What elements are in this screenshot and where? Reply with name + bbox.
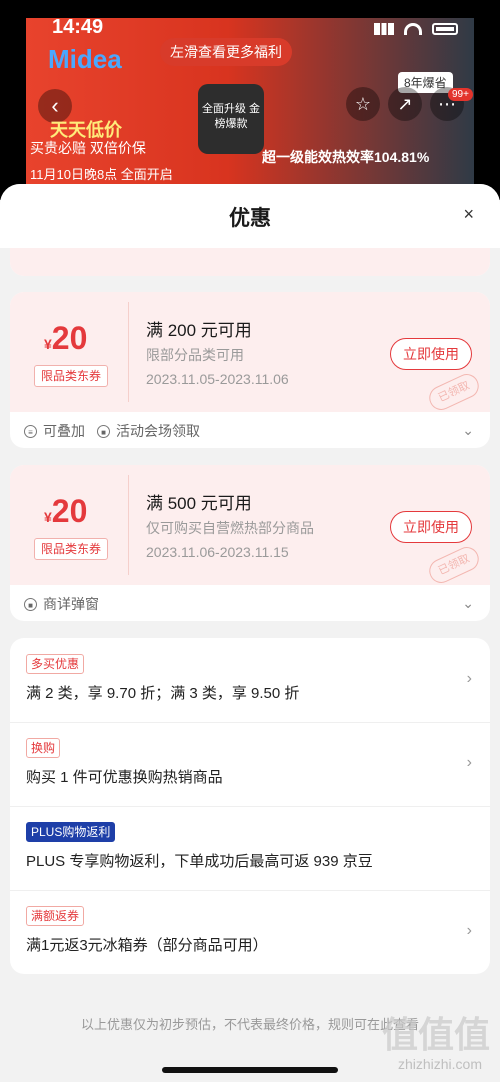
coupon-condition: 满 500 元可用 [146,494,252,513]
coupon-condition: 满 200 元可用 [146,321,252,340]
chevron-down-icon[interactable]: ⌄ [462,595,474,612]
product-hero: 14:49 Midea 左滑查看更多福利 ‹ 天天低价 买贵必赔 双倍价保 11… [0,0,500,200]
claimed-stamp: 已领取 [425,543,483,587]
coupon-limit: 限部分品类可用 [146,347,244,363]
discount-sheet: 优惠 × ¥20 限品类东券 满 200 元可用 限部分品类可用 2023.11… [0,184,500,1082]
currency-symbol: ¥ [44,509,52,525]
chevron-right-icon: › [466,670,472,687]
battery-icon [432,23,458,35]
offer-tag: 满额返券 [26,906,85,926]
offer-tag: 换购 [26,738,61,758]
close-button[interactable]: × [463,204,474,225]
home-indicator[interactable] [162,1067,338,1073]
status-icons [374,22,458,36]
use-now-button[interactable]: 立即使用 [390,511,472,543]
promo-date: 11月10日晚8点 全面开启 [30,167,173,182]
offer-list: 多买优惠 满 2 类，享 9.70 折；满 3 类，享 9.50 折 › 换购 … [10,638,490,974]
coupon-body: ¥20 限品类东券 满 200 元可用 限部分品类可用 2023.11.05-2… [10,292,490,414]
chevron-right-icon: › [466,922,472,939]
share-icon[interactable]: ↗ [388,87,422,121]
coupon-feature-label: 活动会场领取 [116,423,200,439]
venue-icon: ■ [97,424,110,438]
status-time: 14:49 [52,16,104,38]
brand-logo: Midea [48,44,122,74]
offer-text: 满 2 类，享 9.70 折；满 3 类，享 9.50 折 [26,685,300,702]
currency-symbol: ¥ [44,336,52,352]
coupon-card-partial-body [10,248,490,276]
coupon-footer[interactable]: ■ 商详弹窗 ⌄ [10,587,490,621]
promo-line: 买贵必赔 双倍价保 [30,140,146,156]
coupon-feature: ■ 商详弹窗 [24,594,99,614]
message-count-badge: 99+ [448,88,473,101]
chevron-right-icon: › [466,754,472,771]
favorite-icon[interactable]: ☆ [346,87,380,121]
claimed-stamp: 已领取 [425,370,483,414]
coupon-value: 20 [51,320,88,356]
coupon-feature: ≡ 可叠加 [24,421,85,441]
coupon-card-partial [10,248,490,276]
offer-text: 满1元返3元冰箱券（部分商品可用） [26,937,268,954]
coupon-card: ¥20 限品类东券 满 500 元可用 仅可购买自营燃热部分商品 2023.11… [10,465,490,621]
offer-tag: 多买优惠 [26,654,85,674]
coupon-value: 20 [51,493,88,529]
stackable-icon: ≡ [24,424,37,438]
coupon-feature-label: 商详弹窗 [43,596,99,612]
offer-item[interactable]: 满额返券 满1元返3元冰箱券（部分商品可用） › [10,890,490,974]
coupon-amount: ¥20 [44,493,87,530]
watermark-logo: 值值值 [381,1014,490,1055]
coupon-card: ¥20 限品类东券 满 200 元可用 限部分品类可用 2023.11.05-2… [10,292,490,448]
coupon-body: ¥20 限品类东券 满 500 元可用 仅可购买自营燃热部分商品 2023.11… [10,465,490,587]
upgrade-badge: 全面升级 金榜爆款 [198,84,264,154]
sheet-header: 优惠 × [0,184,500,248]
chevron-down-icon[interactable]: ⌄ [462,422,474,439]
coupon-type-tag: 限品类东券 [34,365,109,387]
coupon-limit: 仅可购买自营燃热部分商品 [146,520,314,536]
coupon-divider [128,475,129,575]
offer-text: PLUS 专享购物返利，下单成功后最高可返 939 京豆 [26,853,373,870]
sheet-title: 优惠 [229,207,271,230]
coupon-amount: ¥20 [44,320,87,357]
efficiency-text: 超一级能效热效率104.81% [262,149,430,165]
offer-text: 购买 1 件可优惠换购热销商品 [26,769,223,786]
use-now-button[interactable]: 立即使用 [390,338,472,370]
coupon-type-tag: 限品类东券 [34,538,109,560]
coupon-period: 2023.11.06-2023.11.15 [146,544,289,560]
wifi-icon [404,23,422,35]
coupon-feature: ■ 活动会场领取 [97,421,200,441]
popup-icon: ■ [24,597,37,611]
signal-icon [374,23,394,35]
offer-item[interactable]: PLUS购物返利 PLUS 专享购物返利，下单成功后最高可返 939 京豆 [10,806,490,891]
watermark-site: zhizhizhi.com [397,1056,482,1072]
coupon-feature-label: 可叠加 [43,423,85,439]
coupon-period: 2023.11.05-2023.11.06 [146,371,289,387]
coupon-divider [128,302,129,402]
offer-tag: PLUS购物返利 [26,822,116,842]
offer-item[interactable]: 多买优惠 满 2 类，享 9.70 折；满 3 类，享 9.50 折 › [10,638,490,723]
slide-tip[interactable]: 左滑查看更多福利 [160,38,292,66]
offer-item[interactable]: 换购 购买 1 件可优惠换购热销商品 › [10,722,490,807]
coupon-footer[interactable]: ≡ 可叠加 ■ 活动会场领取 ⌄ [10,414,490,448]
